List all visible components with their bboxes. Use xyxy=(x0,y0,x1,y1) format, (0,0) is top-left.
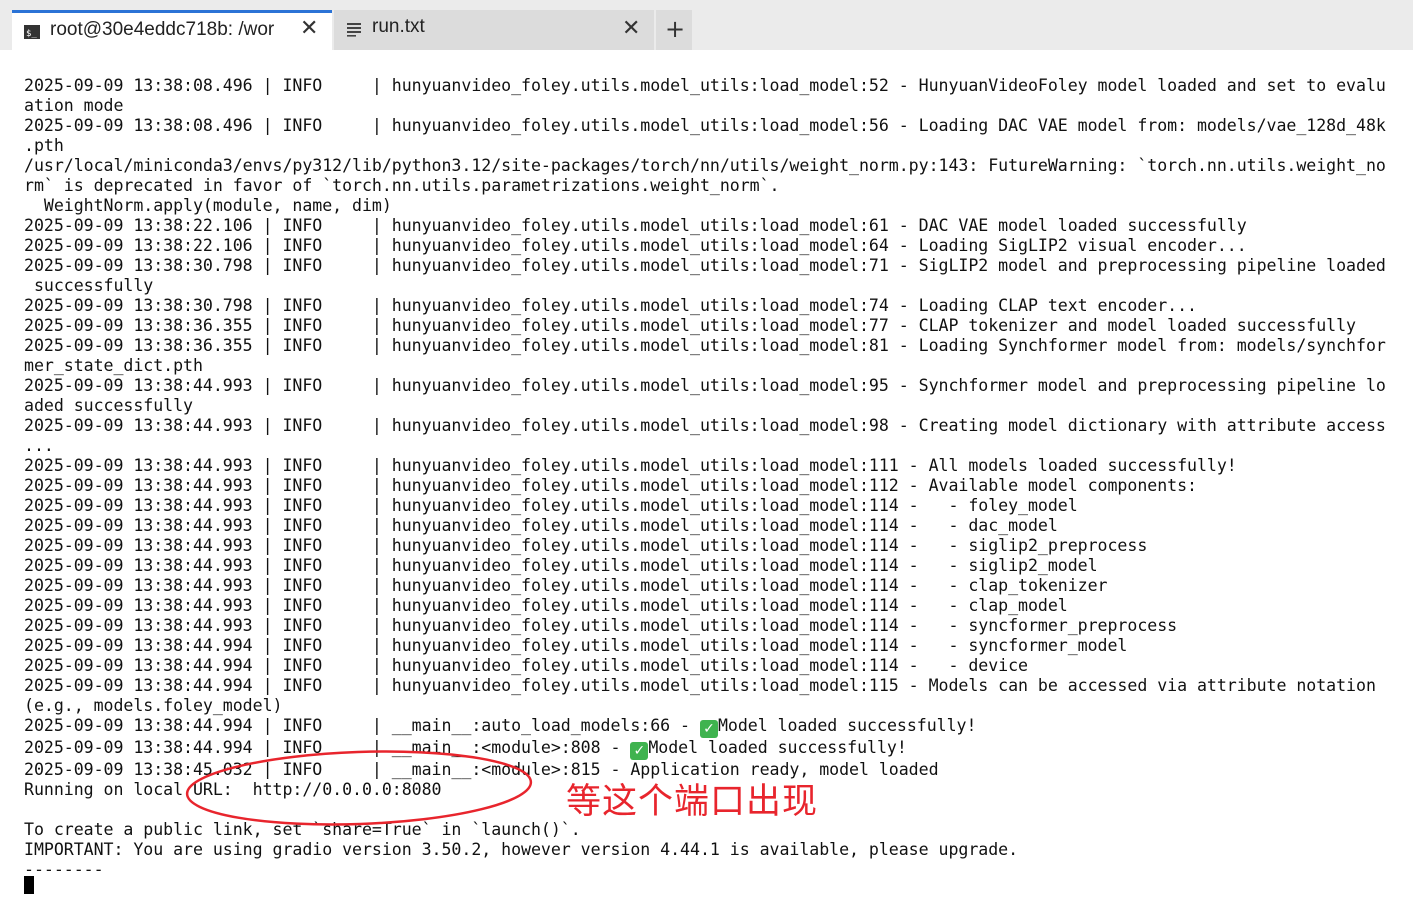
new-tab-button[interactable]: + xyxy=(656,10,692,50)
log-line: mer_state_dict.pth xyxy=(24,356,203,375)
tab-title: run.txt xyxy=(372,16,425,37)
close-icon[interactable]: ✕ xyxy=(300,18,318,40)
log-line: 2025-09-09 13:38:44.994 | INFO | __main_… xyxy=(24,738,907,760)
log-line: 2025-09-09 13:38:44.994 | INFO | hunyuan… xyxy=(24,676,1376,695)
log-line: 2025-09-09 13:38:08.496 | INFO | hunyuan… xyxy=(24,76,1386,95)
text-file-icon xyxy=(347,23,361,37)
tab-bar-spacer xyxy=(0,50,1413,64)
log-line: 2025-09-09 13:38:44.993 | INFO | hunyuan… xyxy=(24,596,1068,615)
tab-run-txt[interactable]: run.txt ✕ xyxy=(334,10,654,50)
log-line: 2025-09-09 13:38:22.106 | INFO | hunyuan… xyxy=(24,216,1247,235)
log-line: 2025-09-09 13:38:44.993 | INFO | hunyuan… xyxy=(24,476,1197,495)
log-line: ation mode xyxy=(24,96,124,115)
log-line: 2025-09-09 13:38:44.993 | INFO | hunyuan… xyxy=(24,376,1386,395)
tab-title: root@30e4eddc718b: /wor xyxy=(50,19,275,40)
annotation-label: 等这个端口出现 xyxy=(566,782,819,822)
terminal-cursor xyxy=(24,876,34,894)
check-mark-icon: ✓ xyxy=(699,720,718,738)
log-line: 2025-09-09 13:38:44.993 | INFO | hunyuan… xyxy=(24,556,1098,575)
log-line: 2025-09-09 13:38:36.355 | INFO | hunyuan… xyxy=(24,336,1386,355)
log-line: 2025-09-09 13:38:44.994 | INFO | hunyuan… xyxy=(24,656,1028,675)
log-line: 2025-09-09 13:38:44.993 | INFO | hunyuan… xyxy=(24,576,1108,595)
log-line: 2025-09-09 13:38:08.496 | INFO | hunyuan… xyxy=(24,116,1386,135)
log-line: 2025-09-09 13:38:44.993 | INFO | hunyuan… xyxy=(24,536,1148,555)
close-icon[interactable]: ✕ xyxy=(622,18,640,40)
log-line: 2025-09-09 13:38:30.798 | INFO | hunyuan… xyxy=(24,296,1197,315)
log-line: /usr/local/miniconda3/envs/py312/lib/pyt… xyxy=(24,156,1386,175)
log-line: rm` is deprecated in favor of `torch.nn.… xyxy=(24,176,780,195)
log-line: 2025-09-09 13:38:44.993 | INFO | hunyuan… xyxy=(24,616,1178,635)
log-line: 2025-09-09 13:38:44.993 | INFO | hunyuan… xyxy=(24,416,1386,435)
log-line: IMPORTANT: You are using gradio version … xyxy=(24,840,1019,859)
tab-terminal[interactable]: $_ root@30e4eddc718b: /wor ✕ xyxy=(12,10,332,50)
terminal-log: 2025-09-09 13:38:08.496 | INFO | hunyuan… xyxy=(24,76,1386,880)
tab-bar: $_ root@30e4eddc718b: /wor ✕ run.txt ✕ + xyxy=(0,0,1413,50)
log-line: ... xyxy=(24,436,54,455)
log-line: 2025-09-09 13:38:36.355 | INFO | hunyuan… xyxy=(24,316,1356,335)
log-line: 2025-09-09 13:38:44.994 | INFO | hunyuan… xyxy=(24,636,1128,655)
plus-icon: + xyxy=(665,15,686,43)
log-line: 2025-09-09 13:38:44.993 | INFO | hunyuan… xyxy=(24,516,1058,535)
svg-text:$_: $_ xyxy=(26,29,37,39)
log-line: -------- xyxy=(24,860,104,879)
log-line: aded successfully xyxy=(24,396,193,415)
log-line: 2025-09-09 13:38:44.994 | INFO | __main_… xyxy=(24,716,977,738)
terminal-icon: $_ xyxy=(24,25,40,39)
log-line: successfully xyxy=(24,276,154,295)
log-line: .pth xyxy=(24,136,64,155)
log-line: 2025-09-09 13:38:30.798 | INFO | hunyuan… xyxy=(24,256,1386,275)
log-line: 2025-09-09 13:38:44.993 | INFO | hunyuan… xyxy=(24,496,1078,515)
log-line: (e.g., models.foley_model) xyxy=(24,696,283,715)
log-line: WeightNorm.apply(module, name, dim) xyxy=(24,196,392,215)
check-mark-icon: ✓ xyxy=(630,742,649,760)
log-line: 2025-09-09 13:38:44.993 | INFO | hunyuan… xyxy=(24,456,1237,475)
log-line: 2025-09-09 13:38:22.106 | INFO | hunyuan… xyxy=(24,236,1247,255)
